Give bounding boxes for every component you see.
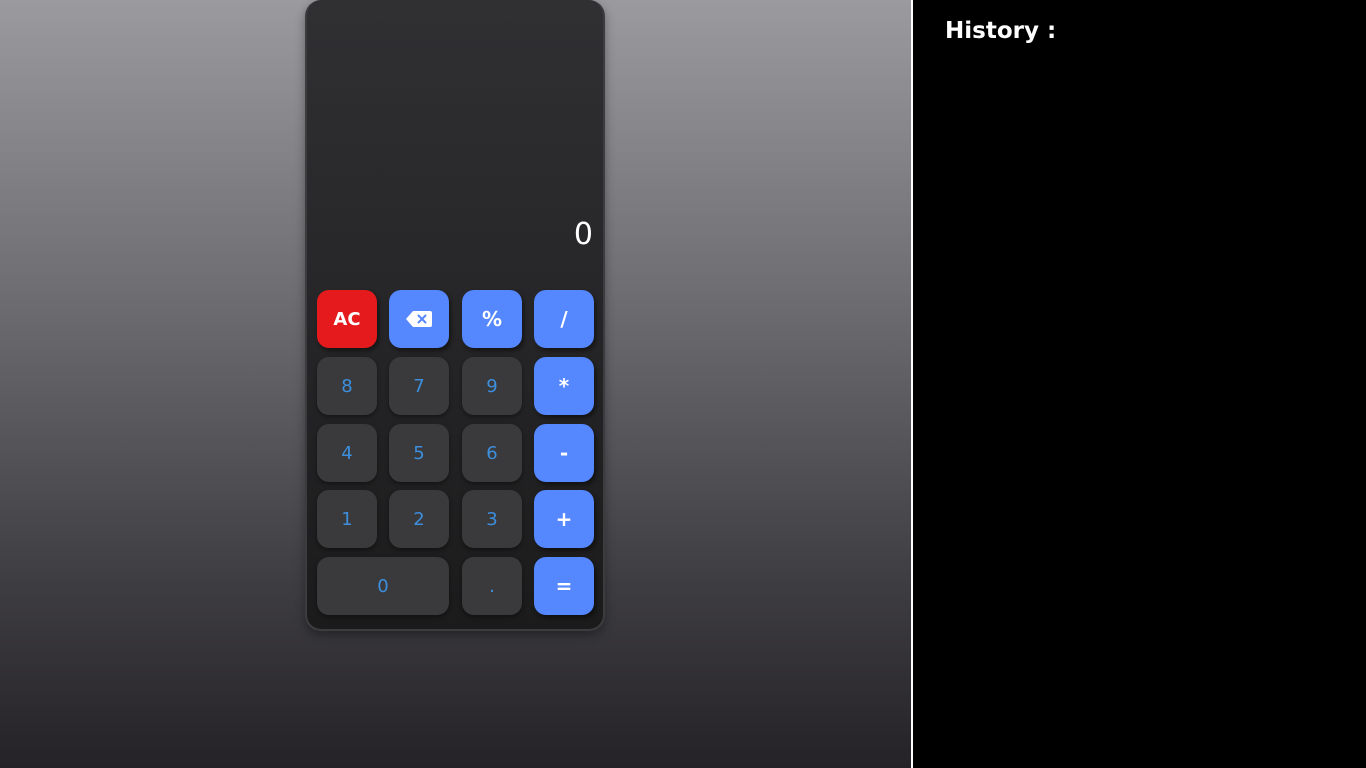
- decimal-button[interactable]: .: [462, 557, 522, 615]
- digit-7-button[interactable]: 7: [389, 357, 449, 415]
- backspace-icon: [406, 311, 432, 327]
- digit-5-button[interactable]: 5: [389, 424, 449, 482]
- digit-3-button[interactable]: 3: [462, 490, 522, 548]
- equals-button[interactable]: =: [534, 557, 594, 615]
- digit-8-button[interactable]: 8: [317, 357, 377, 415]
- backspace-button[interactable]: [389, 290, 449, 348]
- divide-button[interactable]: /: [534, 290, 594, 348]
- subtract-button[interactable]: -: [534, 424, 594, 482]
- calculator-display: 0: [573, 217, 593, 252]
- digit-2-button[interactable]: 2: [389, 490, 449, 548]
- calculator-area: 0 AC % / 8 7 9 * 4 5 6 - 1 2 3 + 0 . =: [0, 0, 911, 768]
- calculator: 0 AC % / 8 7 9 * 4 5 6 - 1 2 3 + 0 . =: [305, 0, 605, 631]
- digit-1-button[interactable]: 1: [317, 490, 377, 548]
- clear-button[interactable]: AC: [317, 290, 377, 348]
- history-title: History :: [945, 18, 1057, 44]
- digit-4-button[interactable]: 4: [317, 424, 377, 482]
- digit-6-button[interactable]: 6: [462, 424, 522, 482]
- history-panel: History :: [913, 0, 1366, 768]
- percent-button[interactable]: %: [462, 290, 522, 348]
- add-button[interactable]: +: [534, 490, 594, 548]
- multiply-button[interactable]: *: [534, 357, 594, 415]
- digit-0-button[interactable]: 0: [317, 557, 449, 615]
- digit-9-button[interactable]: 9: [462, 357, 522, 415]
